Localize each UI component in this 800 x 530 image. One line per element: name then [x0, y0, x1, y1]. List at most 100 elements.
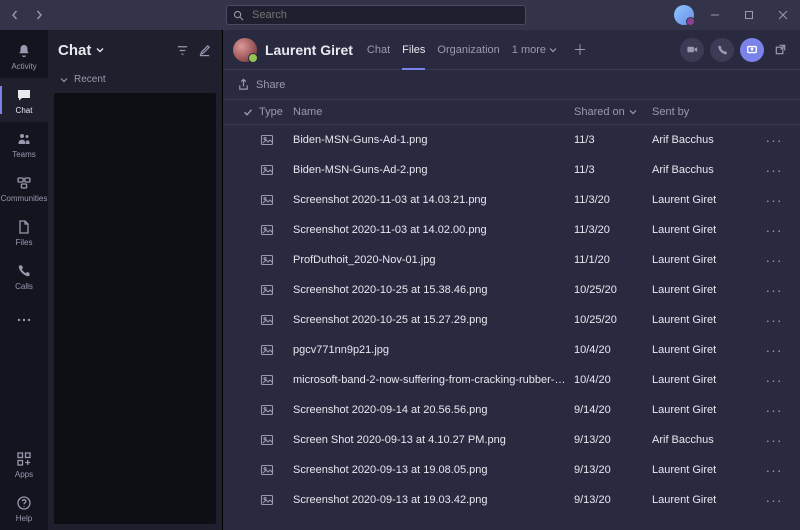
close-icon [778, 10, 788, 20]
file-sent-by: Arif Bacchus [652, 434, 762, 446]
column-shared-on[interactable]: Shared on [574, 106, 652, 118]
contact-avatar[interactable] [233, 38, 257, 62]
file-row[interactable]: Screen Shot 2020-09-13 at 4.10.27 PM.png… [223, 425, 800, 455]
search-box[interactable] [226, 5, 526, 25]
app-rail: Activity Chat Teams Communities Files Ca… [0, 30, 48, 530]
row-more-button[interactable]: ··· [766, 432, 783, 448]
rail-item-activity[interactable]: Activity [0, 34, 48, 78]
window-maximize-button[interactable] [732, 0, 766, 30]
file-name: Biden-MSN-Guns-Ad-1.png [293, 134, 574, 146]
row-more-button[interactable]: ··· [766, 252, 783, 268]
column-name[interactable]: Name [293, 106, 574, 118]
select-all-checkbox[interactable] [237, 106, 259, 118]
column-sent-by[interactable]: Sent by [652, 106, 762, 118]
rail-item-help[interactable]: Help [0, 486, 48, 530]
tab-organization[interactable]: Organization [437, 30, 499, 70]
row-more-button[interactable]: ··· [766, 402, 783, 418]
new-chat-button[interactable] [196, 42, 212, 58]
image-file-icon [259, 342, 275, 358]
file-row[interactable]: Biden-MSN-Guns-Ad-1.png11/3Arif Bacchus ·… [223, 125, 800, 155]
file-sent-by: Laurent Giret [652, 464, 762, 476]
file-shared-on: 11/3 [574, 164, 652, 176]
files-table-header: Type Name Shared on Sent by [223, 99, 800, 125]
nav-back-button[interactable] [6, 6, 24, 24]
window-close-button[interactable] [766, 0, 800, 30]
file-sent-by: Laurent Giret [652, 344, 762, 356]
rail-item-files[interactable]: Files [0, 210, 48, 254]
file-row[interactable]: Screenshot 2020-09-13 at 19.08.05.png9/1… [223, 455, 800, 485]
chat-content: Laurent Giret Chat Files Organization 1 … [223, 30, 800, 530]
rail-item-teams[interactable]: Teams [0, 122, 48, 166]
tab-files[interactable]: Files [402, 30, 425, 70]
chevron-right-icon [34, 10, 44, 20]
file-name: Biden-MSN-Guns-Ad-2.png [293, 164, 574, 176]
audio-call-button[interactable] [710, 38, 734, 62]
row-more-button[interactable]: ··· [766, 162, 783, 178]
file-row[interactable]: Screenshot 2020-11-03 at 14.03.21.png11/… [223, 185, 800, 215]
row-more-button[interactable]: ··· [766, 192, 783, 208]
row-more-button[interactable]: ··· [766, 132, 783, 148]
file-row[interactable]: Screenshot 2020-10-25 at 15.27.29.png10/… [223, 305, 800, 335]
row-more-button[interactable]: ··· [766, 372, 783, 388]
file-row[interactable]: Screenshot 2020-10-25 at 15.38.46.png10/… [223, 275, 800, 305]
search-input[interactable] [250, 8, 519, 22]
ellipsis-icon [15, 311, 33, 329]
file-row[interactable]: Biden-MSN-Guns-Ad-2.png11/3Arif Bacchus ·… [223, 155, 800, 185]
file-shared-on: 11/3/20 [574, 194, 652, 206]
chevron-left-icon [10, 10, 20, 20]
image-file-icon [259, 432, 275, 448]
file-sent-by: Arif Bacchus [652, 134, 762, 146]
file-shared-on: 9/14/20 [574, 404, 652, 416]
file-row[interactable]: microsoft-band-2-now-suffering-from-crac… [223, 365, 800, 395]
file-sent-by: Arif Bacchus [652, 164, 762, 176]
app-shell: Activity Chat Teams Communities Files Ca… [0, 0, 800, 530]
rail-item-calls[interactable]: Calls [0, 254, 48, 298]
file-row[interactable]: Screenshot 2020-11-03 at 14.02.00.png11/… [223, 215, 800, 245]
rail-item-chat[interactable]: Chat [0, 78, 48, 122]
row-more-button[interactable]: ··· [766, 312, 783, 328]
file-row[interactable]: Screenshot 2020-09-14 at 20.56.56.png9/1… [223, 395, 800, 425]
chat-panel-title[interactable]: Chat [58, 42, 168, 59]
video-icon [686, 43, 699, 56]
file-row[interactable]: ProfDuthoit_2020-Nov-01.jpg11/1/20Lauren… [223, 245, 800, 275]
current-user-avatar[interactable] [674, 5, 694, 25]
files-icon [15, 218, 33, 236]
file-name: Screenshot 2020-09-13 at 19.03.42.png [293, 494, 574, 506]
screen-share-button[interactable] [740, 38, 764, 62]
file-shared-on: 9/13/20 [574, 494, 652, 506]
image-file-icon [259, 192, 275, 208]
rail-item-apps[interactable]: Apps [0, 442, 48, 486]
row-more-button[interactable]: ··· [766, 492, 783, 508]
help-icon [15, 494, 33, 512]
nav-forward-button[interactable] [30, 6, 48, 24]
file-shared-on: 10/4/20 [574, 344, 652, 356]
file-row[interactable]: pgcv771nn9p21.jpg10/4/20Laurent Giret ··· [223, 335, 800, 365]
share-button[interactable]: Share [223, 70, 800, 99]
row-more-button[interactable]: ··· [766, 462, 783, 478]
rail-item-communities[interactable]: Communities [0, 166, 48, 210]
file-shared-on: 10/4/20 [574, 374, 652, 386]
row-more-button[interactable]: ··· [766, 222, 783, 238]
add-tab-button[interactable]: ＋ [569, 30, 591, 70]
window-minimize-button[interactable] [698, 0, 732, 30]
image-file-icon [259, 462, 275, 478]
caret-down-icon [60, 76, 68, 84]
file-row[interactable]: Screenshot 2020-09-13 at 19.03.42.png9/1… [223, 485, 800, 515]
tab-chat[interactable]: Chat [367, 30, 390, 70]
file-name: Screenshot 2020-09-13 at 19.08.05.png [293, 464, 574, 476]
pop-out-button[interactable] [770, 43, 790, 56]
sort-desc-icon [629, 108, 637, 116]
filter-button[interactable] [174, 42, 190, 58]
row-more-button[interactable]: ··· [766, 342, 783, 358]
files-table: Type Name Shared on Sent by Biden-MSN-Gu… [223, 99, 800, 530]
column-type[interactable]: Type [259, 106, 293, 118]
video-call-button[interactable] [680, 38, 704, 62]
file-shared-on: 11/3 [574, 134, 652, 146]
chat-section-recent[interactable]: Recent [48, 70, 222, 89]
row-more-button[interactable]: ··· [766, 282, 783, 298]
tabs-overflow[interactable]: 1 more [512, 30, 557, 70]
file-name: pgcv771nn9p21.jpg [293, 344, 574, 356]
file-sent-by: Laurent Giret [652, 404, 762, 416]
rail-overflow[interactable] [0, 298, 48, 342]
file-shared-on: 10/25/20 [574, 314, 652, 326]
